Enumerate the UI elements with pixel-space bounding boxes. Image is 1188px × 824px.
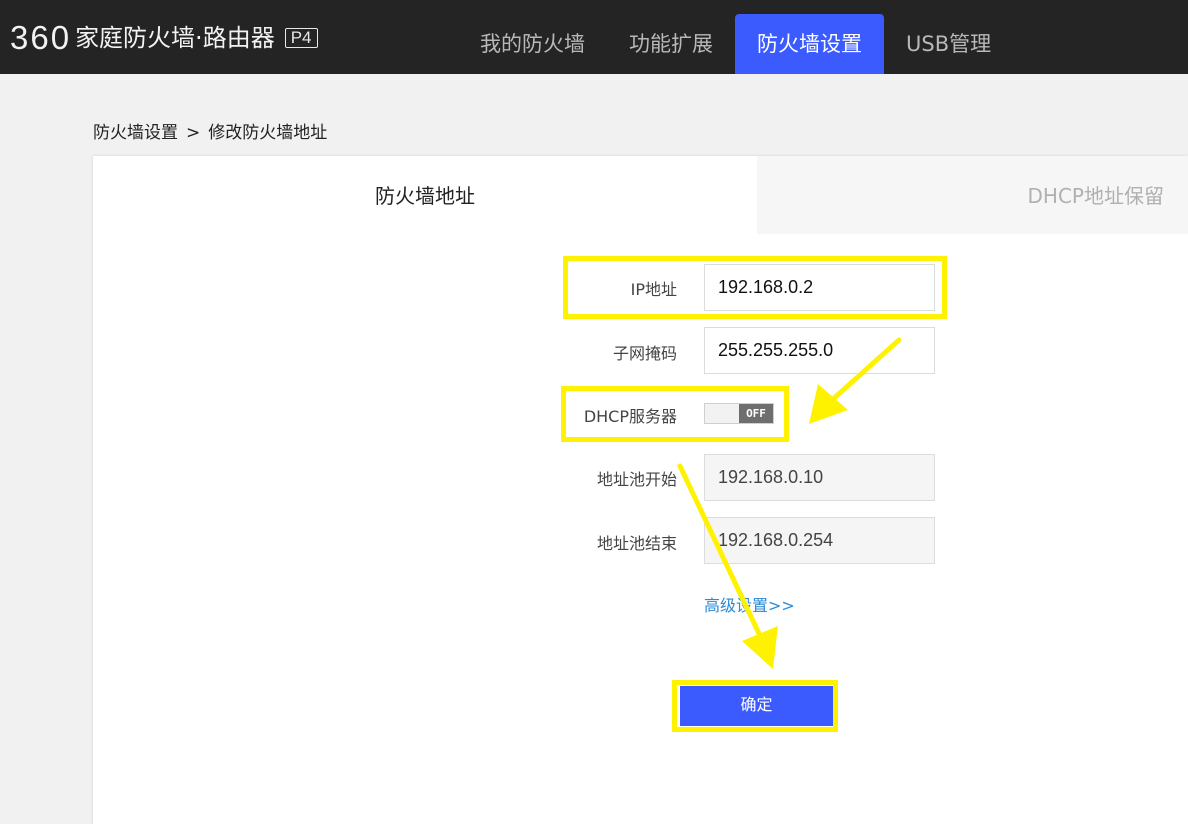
top-bar: 360 家庭防火墙·路由器 P4 我的防火墙 功能扩展 防火墙设置 USB管理 xyxy=(0,0,1188,74)
ip-label: IP地址 xyxy=(630,280,677,299)
breadcrumb: 防火墙设置 > 修改防火墙地址 xyxy=(93,118,327,143)
settings-panel: 防火墙地址 DHCP地址保留 xyxy=(93,156,1188,824)
breadcrumb-parent[interactable]: 防火墙设置 xyxy=(93,123,178,143)
nav-tab-my-firewall[interactable]: 我的防火墙 xyxy=(458,14,607,74)
dhcp-server-label: DHCP服务器 xyxy=(583,407,677,426)
main-nav: 我的防火墙 功能扩展 防火墙设置 USB管理 xyxy=(458,14,1013,74)
subnet-mask-field[interactable]: 255.255.255.0 xyxy=(704,327,935,374)
tab-firewall-address[interactable]: 防火墙地址 xyxy=(93,156,757,234)
tab-dhcp-reservation[interactable]: DHCP地址保留 xyxy=(757,156,1188,234)
pool-end-field: 192.168.0.254 xyxy=(704,517,935,564)
brand-name: 家庭防火墙·路由器 xyxy=(75,24,275,52)
nav-tab-extensions[interactable]: 功能扩展 xyxy=(607,14,735,74)
nav-tab-firewall-settings[interactable]: 防火墙设置 xyxy=(735,14,884,74)
subnet-mask-label: 子网掩码 xyxy=(612,344,677,363)
nav-tab-usb[interactable]: USB管理 xyxy=(884,14,1013,74)
pool-end-label: 地址池结束 xyxy=(596,534,677,553)
dhcp-toggle[interactable]: OFF xyxy=(704,403,774,424)
breadcrumb-current: 修改防火墙地址 xyxy=(208,123,328,143)
pool-start-label: 地址池开始 xyxy=(596,470,677,489)
confirm-button[interactable]: 确定 xyxy=(680,686,833,726)
brand-number: 360 xyxy=(10,19,72,56)
model-badge: P4 xyxy=(284,28,318,48)
ip-address-field[interactable]: 192.168.0.2 xyxy=(704,264,935,311)
advanced-settings-link[interactable]: 高级设置>> xyxy=(704,592,795,616)
brand-logo: 360 家庭防火墙·路由器 P4 xyxy=(10,19,318,56)
pool-start-field: 192.168.0.10 xyxy=(704,454,935,501)
panel-tabs: 防火墙地址 DHCP地址保留 xyxy=(93,156,1188,234)
breadcrumb-separator: > xyxy=(186,123,201,143)
dhcp-toggle-state: OFF xyxy=(739,404,773,423)
